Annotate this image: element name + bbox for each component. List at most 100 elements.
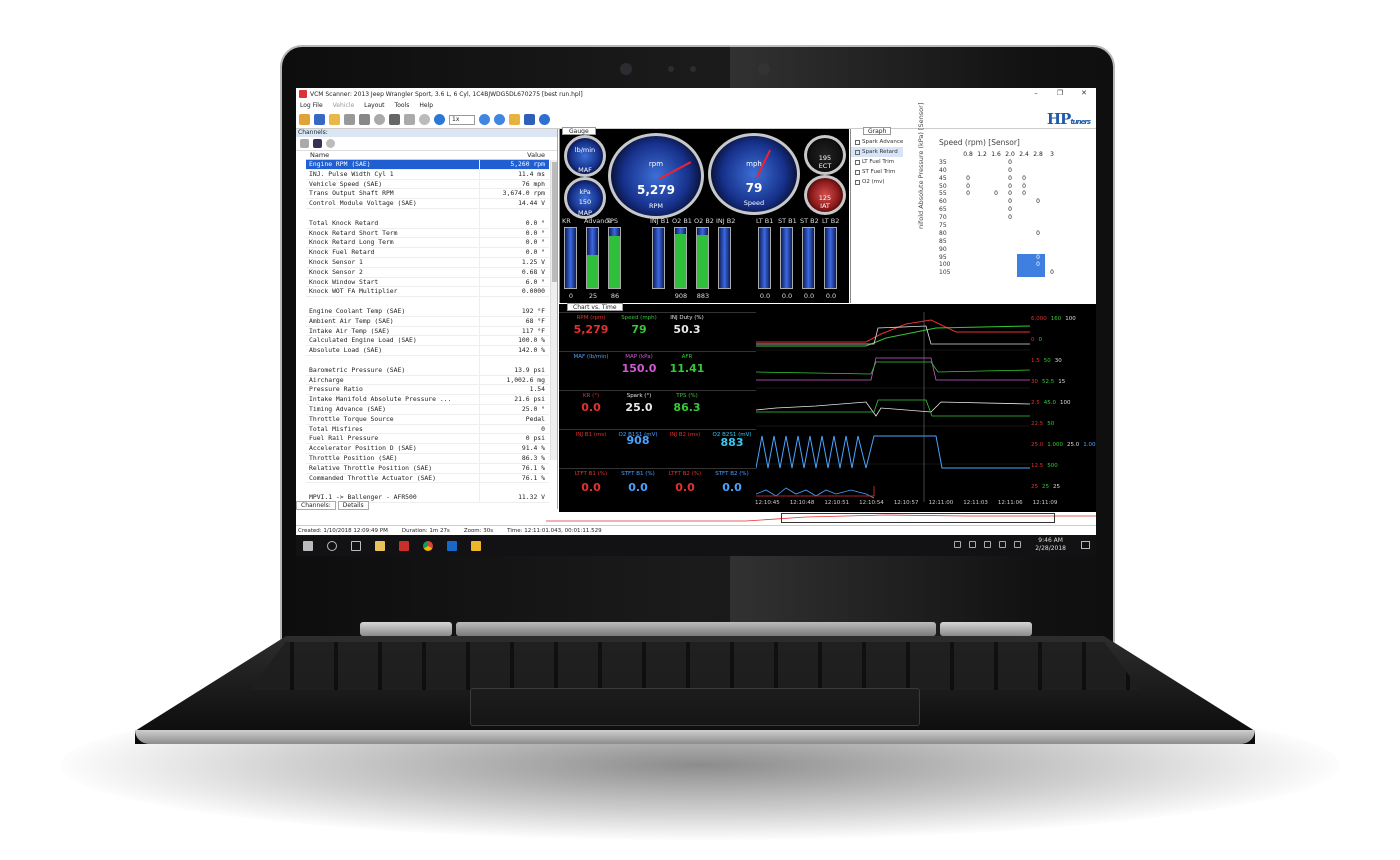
tab-details[interactable]: Details [337, 501, 369, 510]
histogram-cell[interactable] [1003, 238, 1017, 246]
histogram-cell[interactable] [975, 190, 989, 198]
search-icon[interactable] [327, 540, 337, 551]
histogram-cell[interactable] [1017, 261, 1031, 270]
scrubber-window[interactable] [781, 513, 1055, 523]
graph-channel-checkbox[interactable]: Spark Advance [851, 137, 903, 147]
histogram-row[interactable]: 40 0 [939, 167, 1089, 175]
histogram-cell[interactable] [975, 183, 989, 191]
timeline-scrubber[interactable] [546, 512, 1096, 525]
histogram-cell[interactable] [1031, 159, 1045, 167]
histogram-cell[interactable] [989, 159, 1003, 167]
histogram-cell[interactable] [1045, 230, 1059, 238]
histogram-cell[interactable] [1045, 167, 1059, 175]
histogram-cell[interactable] [989, 214, 1003, 222]
channel-row[interactable]: Commanded Throttle Actuator (SAE) 76.1 % [306, 473, 549, 484]
app-pinned-icon[interactable] [399, 540, 409, 551]
histogram-cell[interactable] [975, 198, 989, 206]
histogram-cell[interactable] [1003, 254, 1017, 262]
vcm-scanner-icon[interactable] [471, 540, 481, 551]
histogram-row[interactable]: 50 0 0 0 [939, 183, 1089, 191]
channel-row[interactable]: Absolute Load (SAE) 142.0 % [306, 346, 549, 356]
minimize-button[interactable]: – [1024, 88, 1048, 98]
histogram-cell[interactable] [975, 254, 989, 262]
maximize-button[interactable]: ❐ [1048, 88, 1072, 98]
histogram-cell[interactable] [975, 238, 989, 246]
channel-row[interactable]: Pressure Ratio 1.54 [306, 385, 549, 396]
tab-graph[interactable]: Graph [863, 127, 892, 135]
histogram-cell[interactable] [989, 246, 1003, 254]
histogram-row[interactable]: 60 0 0 [939, 198, 1089, 206]
histogram-cell[interactable] [961, 230, 975, 238]
histogram-cell[interactable]: 0 [1003, 206, 1017, 214]
channel-row[interactable] [306, 355, 549, 366]
histogram-cell[interactable] [1003, 230, 1017, 238]
network-icon[interactable] [984, 541, 991, 548]
channel-row[interactable]: Intake Manifold Absolute Pressure ... 21.… [306, 395, 549, 405]
channel-row[interactable] [306, 208, 549, 219]
histogram-cell[interactable]: 0 [989, 190, 1003, 198]
histogram-cell[interactable] [1017, 230, 1031, 238]
tab-gauge[interactable]: Gauge [562, 127, 596, 135]
channel-row[interactable]: Relative Throttle Position (SAE) 76.1 % [306, 463, 549, 474]
histogram-cell[interactable] [989, 206, 1003, 214]
histogram-cell[interactable] [989, 183, 1003, 191]
histogram-cell[interactable] [1031, 238, 1045, 246]
channel-row[interactable]: Knock Retard Short Term 0.0 ° [306, 228, 549, 239]
histogram-cell[interactable] [975, 269, 989, 277]
column-name[interactable]: Name [306, 151, 479, 159]
histogram-cell[interactable] [989, 261, 1003, 269]
channel-row[interactable]: Trans Output Shaft RPM 3,674.0 rpm [306, 189, 549, 200]
histogram-cell[interactable] [1003, 246, 1017, 254]
histogram-cell[interactable] [975, 222, 989, 230]
histogram-cell[interactable] [961, 261, 975, 269]
histogram-cell[interactable]: 0 [1003, 183, 1017, 191]
channel-row[interactable]: Knock Sensor 2 0.68 V [306, 267, 549, 278]
histogram-row[interactable]: 100 0 [939, 261, 1089, 270]
histogram-cell[interactable] [961, 246, 975, 254]
histogram-cell[interactable]: 0 [1031, 198, 1045, 206]
histogram-cell[interactable]: 0 [961, 183, 975, 191]
tab-channels[interactable]: Channels: [296, 501, 336, 510]
histogram-cell[interactable] [1031, 167, 1045, 175]
menu-help[interactable]: Help [419, 102, 433, 109]
chrome-icon[interactable] [423, 540, 433, 551]
channel-row[interactable]: Engine RPM (SAE) 5,260 rpm [306, 160, 549, 170]
histogram-cell[interactable] [975, 261, 989, 269]
dropbox-icon[interactable] [969, 541, 976, 548]
histogram-cell[interactable] [1045, 214, 1059, 222]
graph-channel-checkbox[interactable]: LT Fuel Trim [851, 157, 903, 167]
histogram-cell[interactable] [1045, 254, 1059, 262]
channel-row[interactable]: Fuel Rail Pressure 0 psi [306, 434, 549, 445]
histogram-cell[interactable] [989, 238, 1003, 246]
histogram-cell[interactable]: 0 [1031, 253, 1045, 262]
channel-row[interactable]: Engine Coolant Temp (SAE) 192 °F [306, 306, 549, 317]
histogram-cell[interactable] [961, 167, 975, 175]
histogram-cell[interactable] [1017, 238, 1031, 246]
play-icon[interactable] [434, 114, 445, 125]
histogram-cell[interactable]: 0 [1003, 159, 1017, 167]
menu-log-file[interactable]: Log File [300, 102, 323, 109]
task-view-icon[interactable] [351, 540, 361, 551]
tab-chart-vs-time[interactable]: Chart vs. Time [567, 303, 623, 311]
histogram-cell[interactable] [975, 214, 989, 222]
histogram-cell[interactable] [975, 159, 989, 167]
histogram-row[interactable]: 55 0 0 0 0 [939, 190, 1089, 198]
channel-row[interactable]: Knock Fuel Retard 0.0 ° [306, 248, 549, 258]
histogram-cell[interactable]: 0 [1003, 175, 1017, 183]
channel-row[interactable] [306, 297, 549, 307]
histogram-cell[interactable]: 0 [1045, 269, 1059, 277]
channel-row[interactable]: Vehicle Speed (SAE) 76 mph [306, 179, 549, 190]
histogram-cell[interactable] [1031, 175, 1045, 183]
channel-save-icon[interactable] [313, 139, 322, 148]
channel-row[interactable]: Barometric Pressure (SAE) 13.9 psi [306, 365, 549, 376]
histogram-cell[interactable] [975, 230, 989, 238]
histogram-cell[interactable]: 0 [961, 190, 975, 198]
tray-chevron-icon[interactable] [954, 541, 961, 548]
menu-tools[interactable]: Tools [395, 102, 410, 109]
column-value[interactable]: Value [479, 151, 549, 159]
histogram-cell[interactable] [1045, 222, 1059, 230]
histogram-cell[interactable] [1045, 190, 1059, 198]
histogram-cell[interactable]: 0 [1031, 230, 1045, 238]
histogram-row[interactable]: 85 [939, 238, 1089, 246]
histogram-cell[interactable] [961, 238, 975, 246]
